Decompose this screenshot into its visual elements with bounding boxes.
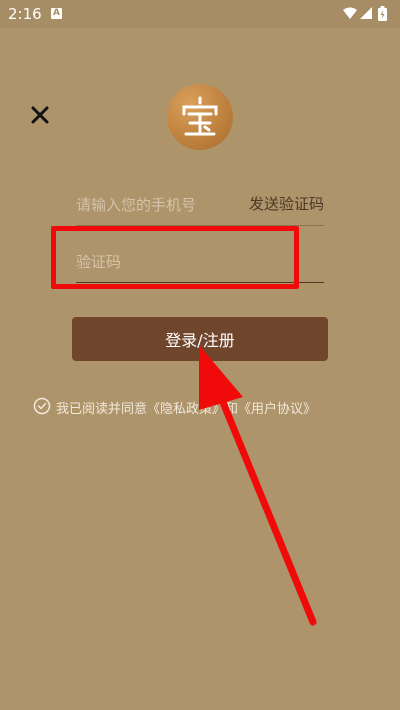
app-logo <box>167 84 233 150</box>
agreement-row: 我已阅读并同意《隐私政策》和《用户协议》 <box>33 397 373 417</box>
user-agreement-link[interactable]: 《用户协议》 <box>238 402 316 417</box>
login-register-button[interactable]: 登录/注册 <box>72 317 328 361</box>
send-code-button[interactable]: 发送验证码 <box>234 193 324 214</box>
close-icon[interactable] <box>28 103 52 127</box>
notification-icon: A <box>51 8 62 19</box>
signal-icon <box>360 7 372 19</box>
annotation-highlight-box <box>51 226 299 289</box>
logo-glyph <box>182 96 218 136</box>
agreement-conjunction: 和 <box>225 402 239 417</box>
status-bar: 2:16 A <box>0 0 400 28</box>
phone-row: 发送验证码 <box>76 193 324 227</box>
status-time: 2:16 <box>8 5 42 23</box>
agreement-prefix: 我已阅读并同意 <box>56 402 148 417</box>
wifi-icon <box>343 7 357 19</box>
privacy-policy-link[interactable]: 《隐私政策》 <box>147 402 225 417</box>
agreement-text: 我已阅读并同意《隐私政策》和《用户协议》 <box>56 398 316 417</box>
check-circle-icon[interactable] <box>33 397 51 415</box>
battery-icon <box>378 6 387 21</box>
phone-input[interactable] <box>76 193 226 217</box>
status-icons <box>343 6 387 21</box>
